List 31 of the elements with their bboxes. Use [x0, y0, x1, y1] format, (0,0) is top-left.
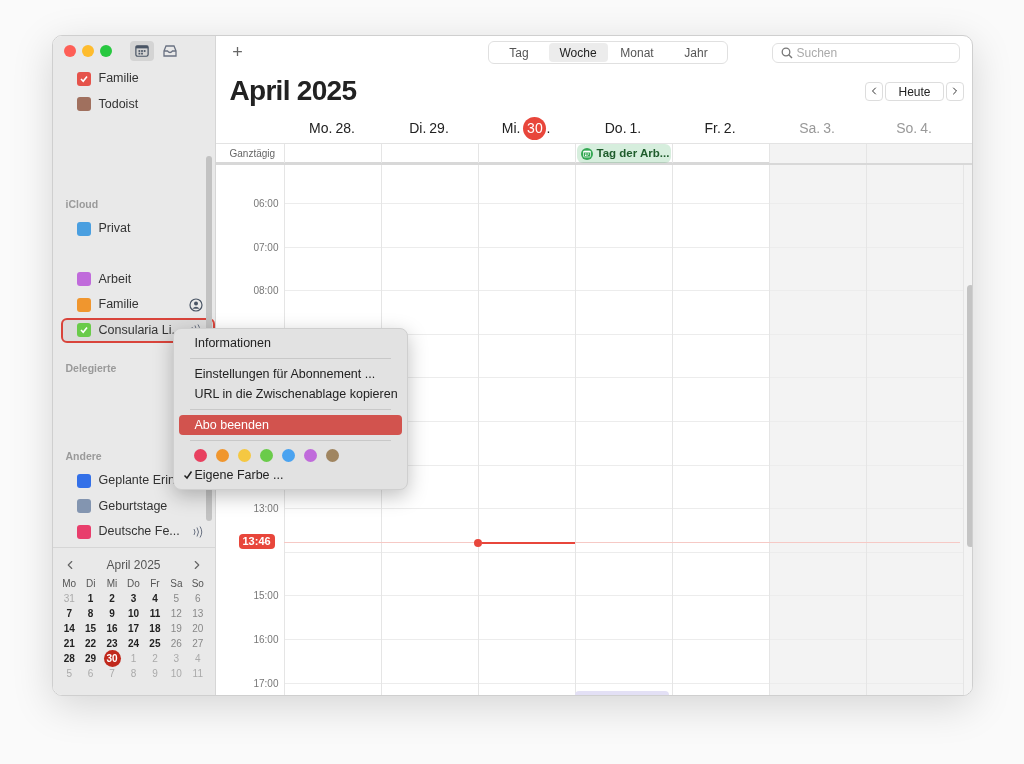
month-title: April 2025	[229, 74, 357, 108]
calendar-name: Deutsche Fe...	[98, 523, 180, 541]
hour-label: 15:00	[253, 589, 279, 604]
all-day-label: Ganztägig	[228, 147, 277, 161]
weekday-label: Mo	[61, 577, 78, 591]
weekday-label: Di	[84, 577, 97, 591]
weekday-label: So	[190, 577, 205, 591]
calendar-name: Familie	[98, 70, 139, 88]
group-heading: Andere	[65, 450, 102, 462]
calendar-name: Consularia Li.	[98, 321, 175, 339]
calendar-name: Arbeit	[98, 270, 132, 288]
weekday-label: Sa	[169, 577, 184, 591]
hour-label: 06:00	[253, 197, 279, 211]
calendar-name: Familie	[98, 296, 139, 314]
group-heading: iCloud	[65, 198, 99, 210]
group-heading: Delegierte	[65, 362, 117, 374]
calendar-name: Todoist	[98, 95, 139, 113]
weekday-label: Fr	[149, 577, 161, 591]
hour-label: 07:00	[253, 240, 279, 255]
current-time-badge: 13:46	[238, 534, 275, 549]
calendar-name: Privat	[98, 220, 131, 238]
hour-label: 13:00	[253, 502, 279, 517]
mini-calendar-title: April 2025	[106, 557, 161, 574]
hour-label: 17:00	[253, 676, 279, 691]
menu-item-label: Eigene Farbe ...	[194, 466, 284, 484]
event-title: Tag der Arb...	[596, 145, 670, 161]
weekday-label: Do	[126, 577, 141, 591]
hour-label: 08:00	[253, 284, 279, 299]
calendar-name: Geburtstage	[98, 497, 168, 515]
weekday-label: Mi	[105, 577, 119, 591]
hour-label: 16:00	[253, 632, 279, 647]
